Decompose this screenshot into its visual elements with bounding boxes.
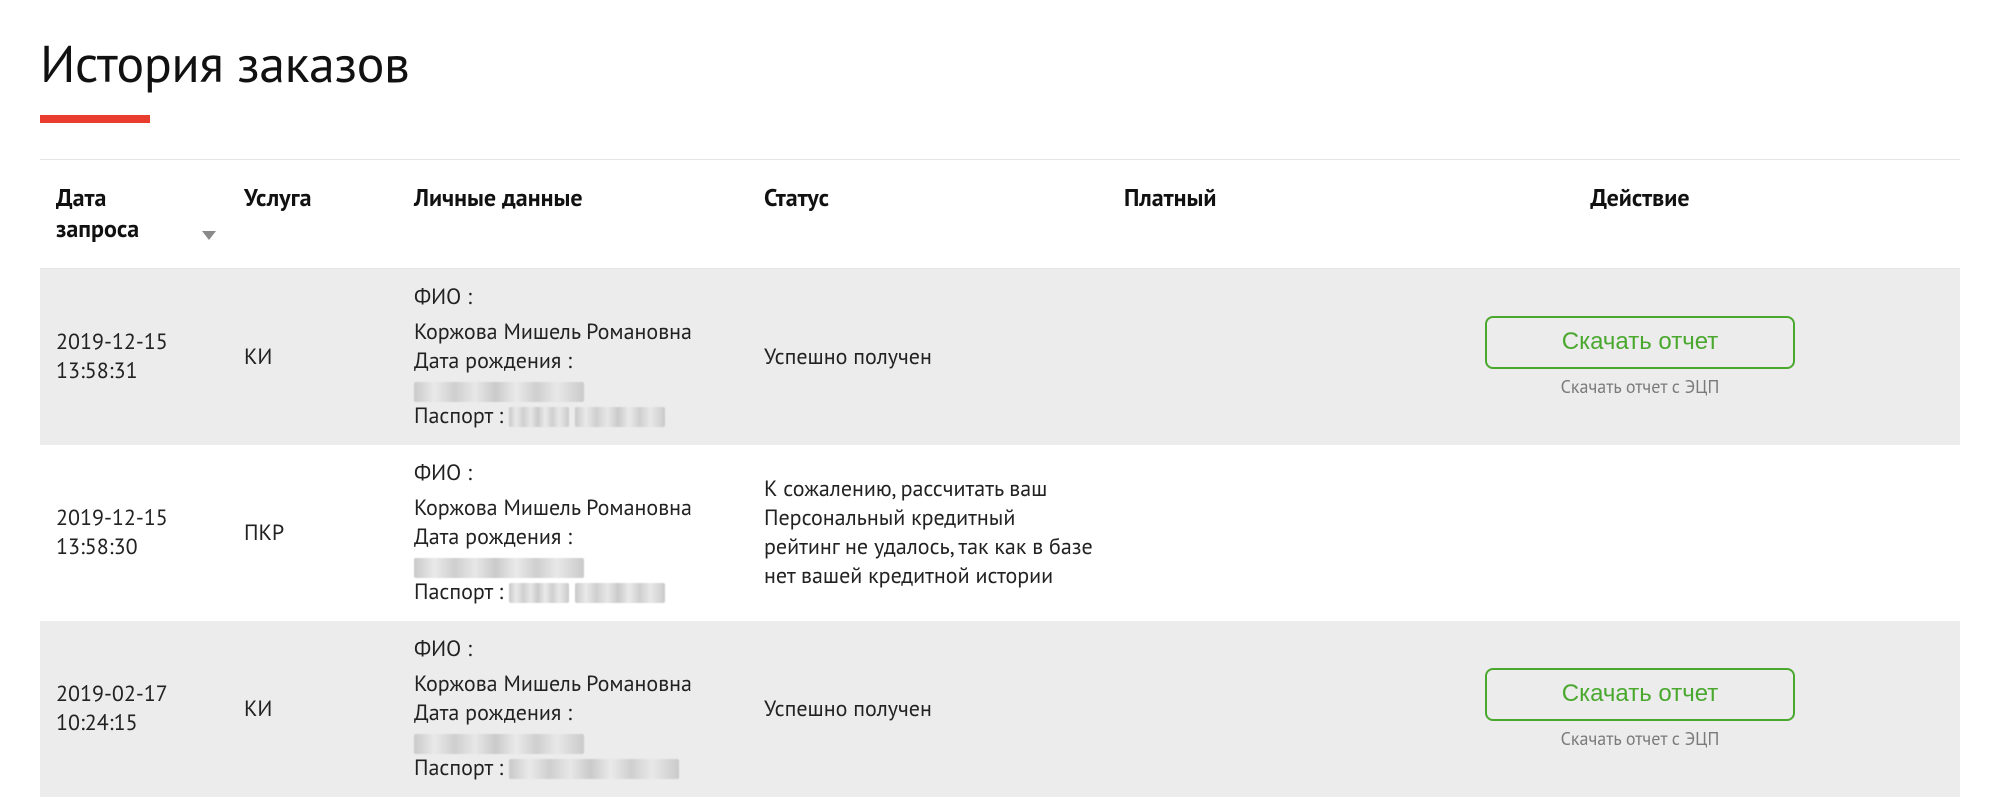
pd-fio-label: ФИО : <box>414 635 472 664</box>
col-header-service[interactable]: Услуга <box>230 160 400 269</box>
table-row: 2019-12-15 13:58:30 ПКР ФИО : Коржова Ми… <box>40 445 1960 621</box>
cell-paid <box>1110 621 1320 797</box>
page-title: История заказов <box>40 30 1960 97</box>
cell-date: 2019-02-17 10:24:15 <box>40 621 230 797</box>
pd-passport-label: Паспорт : <box>414 578 503 607</box>
cell-action: Скачать отчет Скачать отчет с ЭЦП <box>1320 269 1960 446</box>
pd-passport-redacted-2 <box>575 583 665 603</box>
cell-service: КИ <box>230 621 400 797</box>
pd-dob-redacted <box>414 382 584 402</box>
download-report-button[interactable]: Скачать отчет <box>1485 316 1795 369</box>
col-header-date[interactable]: Дата запроса <box>40 160 230 269</box>
cell-service: КИ <box>230 269 400 446</box>
cell-status: Успешно получен <box>750 621 1110 797</box>
title-underline <box>40 115 150 123</box>
pd-fio-value: Коржова Мишель Романовна <box>414 494 692 523</box>
download-signed-link[interactable]: Скачать отчет с ЭЦП <box>1334 727 1946 751</box>
pd-fio-value: Коржова Мишель Романовна <box>414 318 692 347</box>
pd-passport-redacted-1 <box>509 407 569 427</box>
table-row: 2019-02-17 10:24:15 КИ ФИО : Коржова Миш… <box>40 621 1960 797</box>
pd-dob-redacted <box>414 734 584 754</box>
cell-personal: ФИО : Коржова Мишель Романовна Дата рожд… <box>400 445 750 621</box>
col-header-action[interactable]: Действие <box>1320 160 1960 269</box>
cell-date: 2019-12-15 13:58:30 <box>40 445 230 621</box>
download-signed-link[interactable]: Скачать отчет с ЭЦП <box>1334 375 1946 399</box>
cell-action <box>1320 445 1960 621</box>
cell-paid <box>1110 269 1320 446</box>
table-body: 2019-12-15 13:58:31 КИ ФИО : Коржова Миш… <box>40 269 1960 797</box>
pd-fio-label: ФИО : <box>414 459 472 488</box>
cell-action: Скачать отчет Скачать отчет с ЭЦП <box>1320 621 1960 797</box>
cell-service: ПКР <box>230 445 400 621</box>
cell-paid <box>1110 445 1320 621</box>
col-header-status[interactable]: Статус <box>750 160 1110 269</box>
pd-dob-label: Дата рождения : <box>414 699 572 728</box>
sort-desc-icon <box>202 231 216 240</box>
pd-passport-redacted-2 <box>575 407 665 427</box>
cell-personal: ФИО : Коржова Мишель Романовна Дата рожд… <box>400 621 750 797</box>
pd-passport-redacted-1 <box>509 583 569 603</box>
col-header-personal[interactable]: Личные данные <box>400 160 750 269</box>
pd-fio-label: ФИО : <box>414 283 472 312</box>
pd-fio-value: Коржова Мишель Романовна <box>414 670 692 699</box>
cell-status: Успешно получен <box>750 269 1110 446</box>
cell-personal: ФИО : Коржова Мишель Романовна Дата рожд… <box>400 269 750 446</box>
col-header-paid[interactable]: Платный <box>1110 160 1320 269</box>
download-report-button[interactable]: Скачать отчет <box>1485 668 1795 721</box>
table-row: 2019-12-15 13:58:31 КИ ФИО : Коржова Миш… <box>40 269 1960 446</box>
cell-status: К сожалению, рассчитать ваш Персональный… <box>750 445 1110 621</box>
cell-date: 2019-12-15 13:58:31 <box>40 269 230 446</box>
pd-passport-label: Паспорт : <box>414 754 503 783</box>
table-header-row: Дата запроса Услуга Личные данные Статус… <box>40 160 1960 269</box>
col-header-date-label: Дата запроса <box>56 182 182 244</box>
pd-dob-label: Дата рождения : <box>414 347 572 376</box>
pd-dob-redacted <box>414 558 584 578</box>
orders-table: Дата запроса Услуга Личные данные Статус… <box>40 159 1960 797</box>
pd-dob-label: Дата рождения : <box>414 523 572 552</box>
pd-passport-redacted <box>509 759 679 779</box>
pd-passport-label: Паспорт : <box>414 402 503 431</box>
